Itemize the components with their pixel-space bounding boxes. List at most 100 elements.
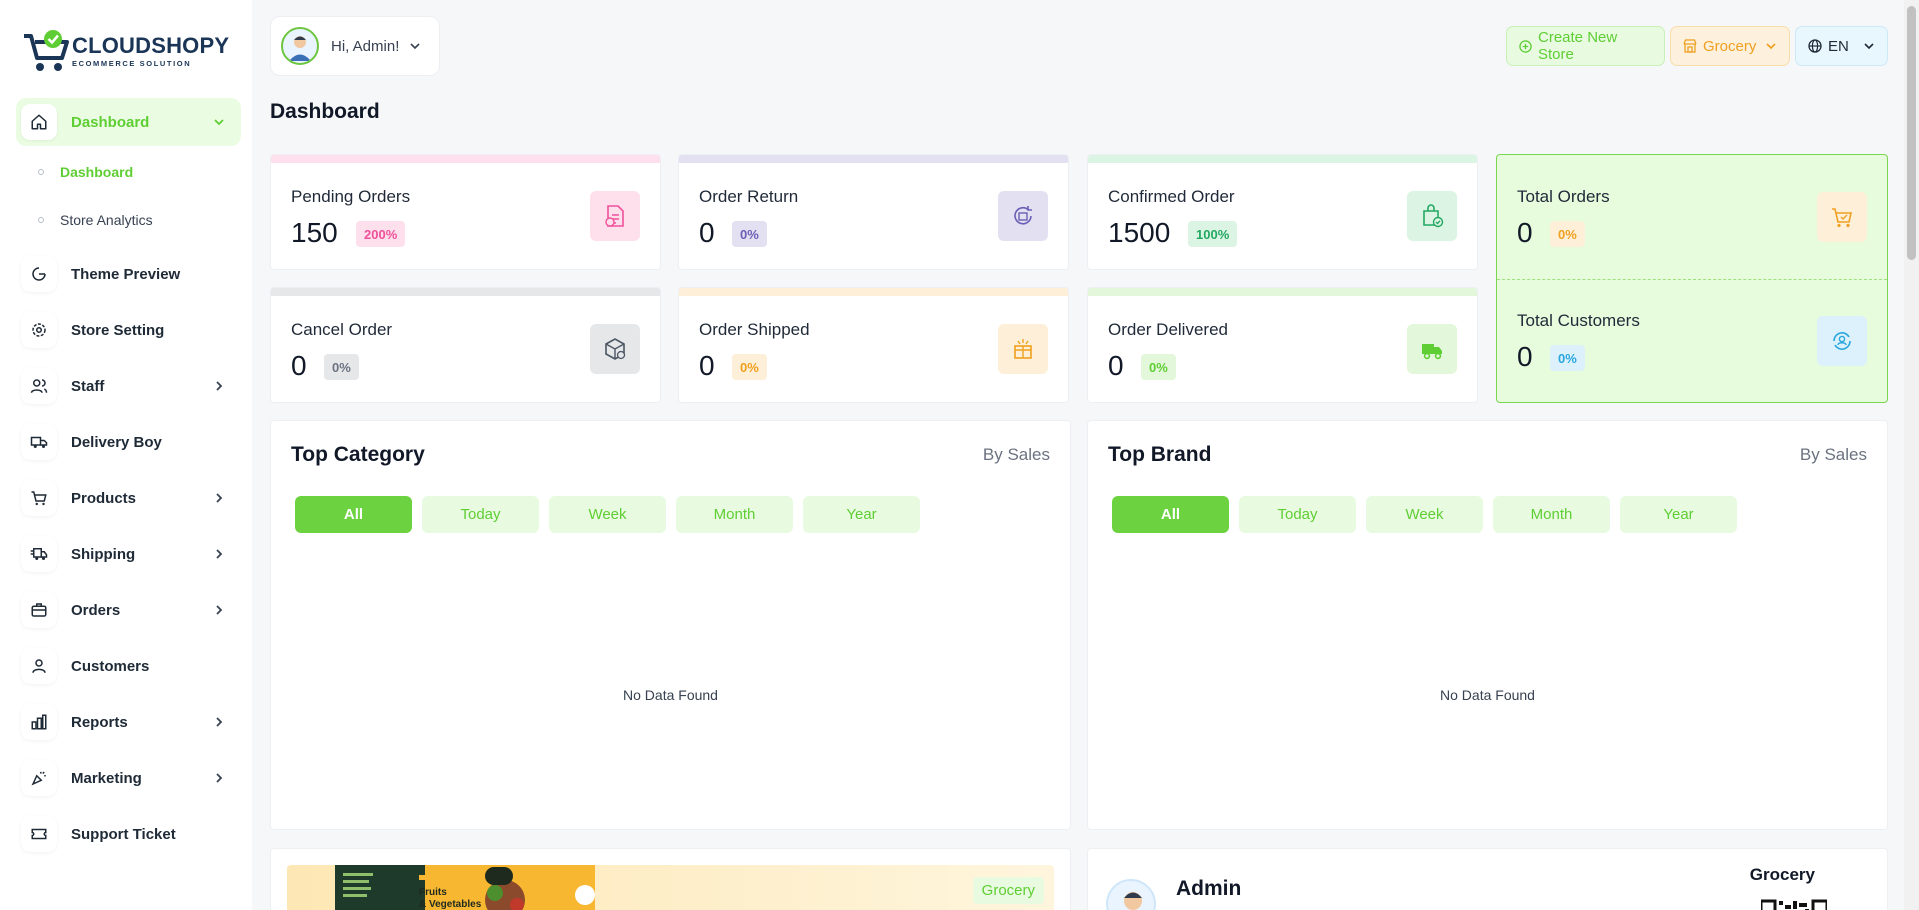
stat-badge: 0% <box>732 354 767 380</box>
tab-month[interactable]: Month <box>1493 496 1610 533</box>
stat-value: 0 <box>291 350 307 381</box>
avatar <box>281 27 319 65</box>
stat-card-order-return: Order Return 0 0% <box>678 154 1069 270</box>
create-store-button[interactable]: Create New Store <box>1506 26 1665 66</box>
stat-value: 1500 <box>1108 217 1171 248</box>
briefcase-icon <box>21 592 57 628</box>
cart-icon <box>1817 192 1867 242</box>
bullet-icon <box>38 169 44 175</box>
stat-card-order-delivered: Order Delivered 0 0% <box>1087 287 1478 403</box>
tab-today[interactable]: Today <box>422 496 539 533</box>
cart-icon <box>21 480 57 516</box>
stat-label: Order Return <box>699 187 799 206</box>
user-icon <box>21 648 57 684</box>
logo-title: CLOUDSHOPY <box>72 32 230 58</box>
panel-subtitle: By Sales <box>1799 445 1867 464</box>
language-select[interactable]: EN <box>1795 26 1888 66</box>
gear-icon <box>21 312 57 348</box>
tab-all[interactable]: All <box>295 496 412 533</box>
sidebar-item-shipping[interactable]: Shipping <box>16 530 241 578</box>
chevron-down-icon <box>1766 43 1776 50</box>
sidebar-subitem-label: Store Analytics <box>60 212 153 228</box>
sidebar-subitem-dashboard[interactable]: Dashboard <box>38 164 133 180</box>
theme-icon <box>21 256 57 292</box>
card-accent-bar <box>271 155 660 163</box>
panel-title: Top Brand <box>1108 443 1212 466</box>
profile-store-name: Grocery <box>1749 865 1815 884</box>
tab-month[interactable]: Month <box>676 496 793 533</box>
banner-headline-line1: Fruits <box>419 887 447 898</box>
sidebar-item-label: Customers <box>71 657 150 675</box>
total-customers-label: Total Customers <box>1517 311 1640 330</box>
home-icon <box>21 104 57 140</box>
store-banner[interactable]: Fruits & Vegetables Grocery <box>287 865 1054 910</box>
card-accent-bar <box>271 288 660 296</box>
tab-week[interactable]: Week <box>549 496 666 533</box>
sidebar-item-reports[interactable]: Reports <box>16 698 241 746</box>
top-category-panel: Top Category By Sales All Today Week Mon… <box>270 420 1071 830</box>
bullet-icon <box>38 217 44 223</box>
sidebar-item-label: Dashboard <box>71 113 150 131</box>
stat-label: Pending Orders <box>291 187 411 206</box>
totals-card: Total Orders 0 0% Total Customers 0 0% <box>1496 154 1888 403</box>
sidebar-subitem-store-analytics[interactable]: Store Analytics <box>38 212 153 228</box>
scrollbar-thumb[interactable] <box>1907 6 1916 260</box>
sidebar-item-marketing[interactable]: Marketing <box>16 754 241 802</box>
sidebar-item-label: Staff <box>71 377 105 395</box>
tab-all[interactable]: All <box>1112 496 1229 533</box>
total-orders-label: Total Orders <box>1517 187 1610 206</box>
chevron-right-icon <box>216 493 223 503</box>
sidebar-item-dashboard[interactable]: Dashboard <box>16 98 241 146</box>
sidebar-item-customers[interactable]: Customers <box>16 642 241 690</box>
stat-label: Order Delivered <box>1108 320 1228 339</box>
sidebar-item-label: Theme Preview <box>71 265 181 283</box>
sidebar-item-orders[interactable]: Orders <box>16 586 241 634</box>
stat-badge: 200% <box>356 221 406 247</box>
profile-name: Admin <box>1176 877 1242 900</box>
divider <box>1497 279 1887 280</box>
tab-year[interactable]: Year <box>803 496 920 533</box>
stat-card-cancel-order: Cancel Order 0 0% <box>270 287 661 403</box>
user-menu-button[interactable]: Hi, Admin! <box>270 16 440 76</box>
top-brand-panel: Top Brand By Sales All Today Week Month … <box>1087 420 1888 830</box>
empty-state: No Data Found <box>1440 687 1535 703</box>
stat-label: Order Shipped <box>699 320 810 339</box>
filter-tabs: All Today Week Month Year <box>1112 496 1737 533</box>
stat-card-order-shipped: Order Shipped 0 0% <box>678 287 1069 403</box>
qr-code-icon[interactable] <box>1761 895 1827 910</box>
chevron-right-icon <box>216 381 223 391</box>
truck-icon <box>21 424 57 460</box>
sidebar-item-theme-preview[interactable]: Theme Preview <box>16 250 241 298</box>
tab-today[interactable]: Today <box>1239 496 1356 533</box>
users-icon <box>21 368 57 404</box>
chart-icon <box>21 704 57 740</box>
total-customers-badge: 0% <box>1550 345 1585 371</box>
stat-badge: 0% <box>732 221 767 247</box>
create-store-label: Create New Store <box>1538 29 1618 63</box>
customer-refresh-icon <box>1817 316 1867 366</box>
store-select[interactable]: Grocery <box>1670 26 1790 66</box>
sidebar-item-staff[interactable]: Staff <box>16 362 241 410</box>
delivery-truck-icon <box>1407 324 1457 374</box>
avatar <box>1106 879 1156 910</box>
stat-badge: 100% <box>1188 221 1238 247</box>
stat-card-pending-orders: Pending Orders 150 200% <box>270 154 661 270</box>
tab-year[interactable]: Year <box>1620 496 1737 533</box>
sidebar-item-support-ticket[interactable]: Support Ticket <box>16 810 241 858</box>
return-icon <box>998 191 1048 241</box>
sidebar-item-store-setting[interactable]: Store Setting <box>16 306 241 354</box>
language-value: EN <box>1828 37 1849 55</box>
stat-value: 0 <box>699 217 715 248</box>
banner-image: Fruits & Vegetables <box>335 865 595 910</box>
total-customers-value: 0 <box>1517 341 1533 372</box>
box-cancel-icon <box>590 324 640 374</box>
card-accent-bar <box>679 155 1068 163</box>
sidebar-item-delivery-boy[interactable]: Delivery Boy <box>16 418 241 466</box>
stat-value: 0 <box>699 350 715 381</box>
sidebar-item-products[interactable]: Products <box>16 474 241 522</box>
tab-week[interactable]: Week <box>1366 496 1483 533</box>
logo[interactable]: CLOUDSHOPY ECOMMERCE SOLUTION <box>22 28 229 74</box>
scrollbar[interactable] <box>1904 0 1919 910</box>
package-icon <box>998 324 1048 374</box>
chevron-right-icon <box>216 717 223 727</box>
